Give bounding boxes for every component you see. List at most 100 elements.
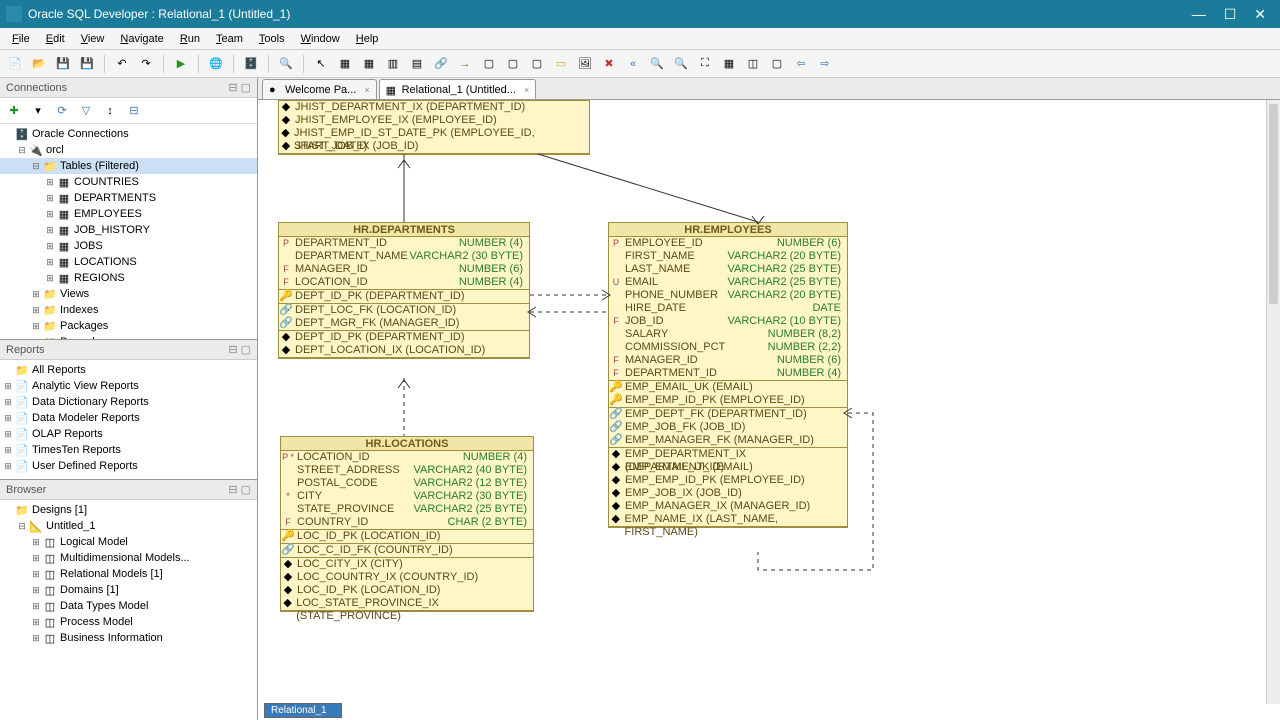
tree-row[interactable]: ⊞▦JOB_HISTORY xyxy=(0,222,257,238)
expand-icon[interactable]: ⊞ xyxy=(44,273,56,284)
refresh-icon[interactable]: ⟳ xyxy=(52,101,72,121)
expand-icon[interactable]: ⊞ xyxy=(30,537,42,548)
expand-icon[interactable]: ⊞ xyxy=(30,633,42,644)
menu-run[interactable]: Run xyxy=(172,31,208,47)
expand-icon[interactable]: ⊞ xyxy=(30,289,42,300)
tab[interactable]: ▦Relational_1 (Untitled...× xyxy=(379,79,537,99)
expand-icon[interactable]: ⊞ xyxy=(30,585,42,596)
layout1-icon[interactable]: ▦ xyxy=(718,53,740,75)
box3-icon[interactable]: ▢ xyxy=(526,53,548,75)
box2-icon[interactable]: ▢ xyxy=(502,53,524,75)
pointer-icon[interactable]: ↖ xyxy=(310,53,332,75)
menu-help[interactable]: Help xyxy=(348,31,387,47)
tree-row[interactable]: ⊞◫Logical Model xyxy=(0,534,257,550)
tree-row[interactable]: ⊞📁Indexes xyxy=(0,302,257,318)
tree-row[interactable]: 🗄️Oracle Connections xyxy=(0,126,257,142)
tree-row[interactable]: ⊞▦REGIONS xyxy=(0,270,257,286)
tree-row[interactable]: ⊞📄User Defined Reports xyxy=(0,458,257,474)
tree-row[interactable]: 📁All Reports xyxy=(0,362,257,378)
expand-icon[interactable]: ⊞ xyxy=(2,429,14,440)
expand-icon[interactable]: ⊞ xyxy=(44,225,56,236)
expand-icon[interactable]: ⊞ xyxy=(30,337,42,340)
expand-icon[interactable]: ⊞ xyxy=(2,461,14,472)
note-icon[interactable]: ▭ xyxy=(550,53,572,75)
browser-tree[interactable]: 📁Designs [1]⊟📐Untitled_1⊞◫Logical Model⊞… xyxy=(0,500,257,720)
split-icon[interactable]: ▥ xyxy=(382,53,404,75)
expand-icon[interactable]: ⊞ xyxy=(44,193,56,204)
expand-icon[interactable]: ⊞ xyxy=(2,445,14,456)
find-icon[interactable]: 🔍 xyxy=(275,53,297,75)
tree-row[interactable]: ⊞▦COUNTRIES xyxy=(0,174,257,190)
window-icon[interactable]: ▢ xyxy=(766,53,788,75)
reports-tree[interactable]: 📁All Reports⊞📄Analytic View Reports⊞📄Dat… xyxy=(0,360,257,479)
expand-icon[interactable]: ⊟ xyxy=(30,161,42,172)
tree-row[interactable]: ⊞◫Multidimensional Models... xyxy=(0,550,257,566)
tree-row[interactable]: ⊞◫Data Types Model xyxy=(0,598,257,614)
expand-icon[interactable]: ⊞ xyxy=(30,305,42,316)
tab[interactable]: ●Welcome Pa...× xyxy=(262,79,377,99)
minimize-panel-icon[interactable]: ⊟ xyxy=(228,81,237,94)
menu-view[interactable]: View xyxy=(73,31,113,47)
expand-icon[interactable]: ⊞ xyxy=(44,257,56,268)
undo-icon[interactable]: ↶ xyxy=(111,53,133,75)
tree-row[interactable]: ⊟📁Tables (Filtered) xyxy=(0,158,257,174)
sql-icon[interactable]: 🗄️ xyxy=(240,53,262,75)
tree-row[interactable]: ⊞◫Relational Models [1] xyxy=(0,566,257,582)
menu-edit[interactable]: Edit xyxy=(38,31,73,47)
new-icon[interactable]: 📄 xyxy=(4,53,26,75)
tree-row[interactable]: ⊞📄TimesTen Reports xyxy=(0,442,257,458)
dropdown-icon[interactable]: ▾ xyxy=(28,101,48,121)
tree-row[interactable]: ⊞◫Process Model xyxy=(0,614,257,630)
add-connection-icon[interactable]: ✚ xyxy=(4,101,24,121)
expand-icon[interactable]: ⊞ xyxy=(2,397,14,408)
layout2-icon[interactable]: ◫ xyxy=(742,53,764,75)
tree-row[interactable]: ⊞▦JOBS xyxy=(0,238,257,254)
tree-row[interactable]: ⊞▦LOCATIONS xyxy=(0,254,257,270)
maximize-panel-icon[interactable]: ▢ xyxy=(241,81,251,94)
expand-icon[interactable]: ⊞ xyxy=(30,553,42,564)
expand-icon[interactable]: ⊞ xyxy=(30,601,42,612)
delete-icon[interactable]: ✖ xyxy=(598,53,620,75)
menu-file[interactable]: File xyxy=(4,31,38,47)
entity-table[interactable]: HR.LOCATIONSP *LOCATION_IDNUMBER (4)STRE… xyxy=(280,436,534,612)
vertical-scrollbar[interactable] xyxy=(1266,100,1280,704)
minimize-panel-icon[interactable]: ⊟ xyxy=(228,483,237,496)
tree-row[interactable]: ⊟🔌orcl xyxy=(0,142,257,158)
expand-icon[interactable]: ⊟ xyxy=(16,145,28,156)
entity-table[interactable]: ◆JHIST_DEPARTMENT_IX (DEPARTMENT_ID)◆JHI… xyxy=(278,100,590,155)
menu-team[interactable]: Team xyxy=(208,31,251,47)
link-icon[interactable]: 🔗 xyxy=(430,53,452,75)
expand-icon[interactable]: ⊞ xyxy=(2,381,14,392)
connections-tree[interactable]: 🗄️Oracle Connections⊟🔌orcl⊟📁Tables (Filt… xyxy=(0,124,257,339)
filter-icon[interactable]: ▽ xyxy=(76,101,96,121)
save-icon[interactable]: 💾 xyxy=(52,53,74,75)
tree-row[interactable]: 📁Designs [1] xyxy=(0,502,257,518)
debug-icon[interactable]: 🌐 xyxy=(205,53,227,75)
tree-row[interactable]: ⊞📄OLAP Reports xyxy=(0,426,257,442)
tree-row[interactable]: ⊞◫Domains [1] xyxy=(0,582,257,598)
sort-icon[interactable]: ↕ xyxy=(100,101,120,121)
close-icon[interactable]: × xyxy=(364,85,369,95)
tree-row[interactable]: ⊞▦EMPLOYEES xyxy=(0,206,257,222)
tree-row[interactable]: ⊟📐Untitled_1 xyxy=(0,518,257,534)
collapse-icon[interactable]: ⊟ xyxy=(124,101,144,121)
menu-navigate[interactable]: Navigate xyxy=(112,31,171,47)
tree-row[interactable]: ⊞📁Views xyxy=(0,286,257,302)
tree-row[interactable]: ⊞◫Business Information xyxy=(0,630,257,646)
close-icon[interactable]: × xyxy=(524,85,529,95)
back-icon[interactable]: « xyxy=(622,53,644,75)
tree-row[interactable]: ⊞📁Procedures xyxy=(0,334,257,339)
open-icon[interactable]: 📂 xyxy=(28,53,50,75)
merge-icon[interactable]: ▤ xyxy=(406,53,428,75)
diagram-status-tab[interactable]: Relational_1 xyxy=(264,703,342,718)
expand-icon[interactable]: ⊞ xyxy=(30,617,42,628)
expand-icon[interactable]: ⊞ xyxy=(2,413,14,424)
zoom-in-icon[interactable]: 🔍 xyxy=(646,53,668,75)
tree-row[interactable]: ⊞📄Analytic View Reports xyxy=(0,378,257,394)
image-icon[interactable]: 🖼 xyxy=(574,53,596,75)
save-all-icon[interactable]: 💾 xyxy=(76,53,98,75)
expand-icon[interactable]: ⊞ xyxy=(30,321,42,332)
run-icon[interactable]: ▶ xyxy=(170,53,192,75)
menu-tools[interactable]: Tools xyxy=(251,31,293,47)
tree-row[interactable]: ⊞▦DEPARTMENTS xyxy=(0,190,257,206)
